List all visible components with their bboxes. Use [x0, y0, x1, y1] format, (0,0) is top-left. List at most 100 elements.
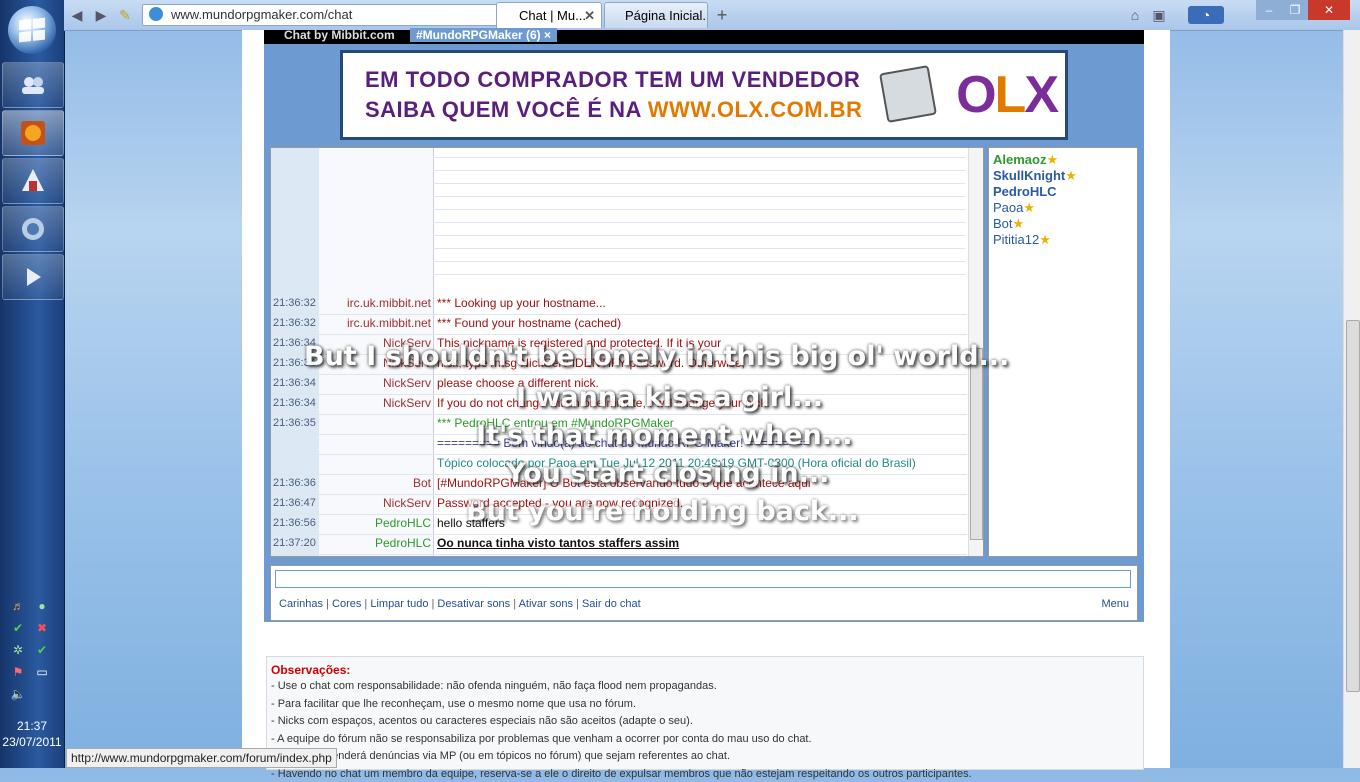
ad-line-1: EM TODO COMPRADOR TEM UM VENDEDOR [365, 67, 860, 93]
firefox-menu-icon[interactable]: ◔ [1188, 6, 1224, 24]
message-nick[interactable]: PedroHLC [321, 514, 431, 532]
olx-logo: OLX [956, 65, 1057, 125]
tab-close-icon[interactable]: ✕ [584, 3, 595, 28]
security-icon[interactable]: ✔ [34, 642, 50, 658]
app-flame-icon [19, 119, 47, 147]
message-nick[interactable]: PedroHLC [321, 534, 431, 552]
tab-chat[interactable]: Chat | Mu... ✕ [496, 2, 602, 28]
chat-toolbar-link[interactable]: Ativar sons [519, 598, 573, 610]
observacao-item: - A equipe atenderá denúncias via MP (ou… [271, 749, 1143, 765]
mibbit-logo[interactable]: Chat by Mibbit.com [284, 28, 395, 42]
observacoes-title: Observações: [271, 663, 1143, 677]
empty-line [433, 157, 965, 158]
link-separator: | [573, 598, 582, 610]
chat-toolbar-link[interactable]: Limpar tudo [370, 598, 428, 610]
clock[interactable]: 21:37 23/07/2011 [0, 718, 64, 750]
chat-toolbar-link[interactable]: Cores [332, 598, 361, 610]
message-nick[interactable]: irc.uk.mibbit.net [321, 294, 431, 312]
user-name: SkullKnight [993, 168, 1065, 183]
lyric-caption-4: You start closing in... [506, 458, 829, 489]
olx-letter-o: O [956, 66, 994, 124]
observacao-item: - Nicks com espaços, acentos ou caracter… [271, 714, 1143, 730]
volume-icon[interactable]: 🔈 [10, 686, 26, 702]
start-button[interactable] [8, 6, 56, 54]
system-tray: ♬ ● ✔ ✖ ✲ ✔ ⚑ ▭ 🔈 [10, 598, 56, 702]
new-tab-button[interactable]: + [709, 4, 735, 26]
room-tab-close-icon[interactable]: × [544, 28, 551, 42]
castle-icon [18, 167, 48, 195]
shield-check-icon[interactable]: ✔ [10, 620, 26, 636]
tab-pagina-inicial-label: Página Inicial... [611, 8, 708, 23]
olx-letter-l: L [995, 66, 1025, 124]
taskbar-media-button[interactable] [2, 254, 64, 300]
user-list-item[interactable]: Bot★ [989, 216, 1137, 232]
back-icon[interactable]: ◀ [68, 6, 86, 24]
olx-letter-x: X [1024, 66, 1057, 124]
page-scrollbar[interactable] [1343, 30, 1360, 768]
page-scrollbar-thumb[interactable] [1346, 320, 1360, 692]
close-window-button[interactable]: ✕ [1308, 0, 1350, 20]
room-tab-label: #MundoRPGMaker (6) [416, 28, 541, 42]
star-icon: ★ [1046, 152, 1058, 167]
chat-input-area: Carinhas | Cores | Limpar tudo | Desativ… [270, 565, 1138, 621]
message-text: *** Looking up your hostname... [437, 294, 967, 312]
taskbar-firefox-button[interactable] [2, 206, 64, 252]
music-icon[interactable]: ♬ [10, 598, 26, 614]
chat-toolbar-link[interactable]: Carinhas [279, 598, 323, 610]
message-time: 21:37:20 [273, 534, 319, 552]
message-nick[interactable]: NickServ [321, 494, 431, 512]
message-nick[interactable]: NickServ [321, 394, 431, 412]
link-separator: | [361, 598, 370, 610]
chat-scrollbar-thumb[interactable] [970, 348, 983, 540]
room-tab[interactable]: #MundoRPGMaker (6) × [410, 28, 557, 42]
message-time: 21:36:47 [273, 494, 319, 512]
user-name: Pititia12 [993, 232, 1039, 247]
network-user-icon[interactable]: ● [34, 598, 50, 614]
computer-mascot-icon [879, 65, 937, 123]
user-list: Alemaoz★SkullKnight★PedroHLCPaoa★Bot★Pit… [988, 147, 1138, 557]
flag-icon[interactable]: ⚑ [10, 664, 26, 680]
chat-toolbar-link[interactable]: Sair do chat [582, 598, 641, 610]
chat-message-input[interactable] [275, 570, 1131, 588]
observacoes-box: Observações: - Use o chat com responsabi… [266, 656, 1144, 770]
maximize-button[interactable]: ❐ [1282, 0, 1308, 20]
message-text: Oo nunca tinha visto tantos staffers ass… [437, 534, 967, 552]
message-nick[interactable]: NickServ [321, 374, 431, 392]
olx-banner-ad[interactable]: EM TODO COMPRADOR TEM UM VENDEDOR SAIBA … [340, 50, 1068, 140]
chat-toolbar-link[interactable]: Desativar sons [437, 598, 510, 610]
user-list-item[interactable]: PedroHLC [989, 184, 1137, 200]
star-icon: ★ [1065, 168, 1077, 183]
lyric-caption-2: I wanna kiss a girl... [516, 382, 823, 413]
empty-line [433, 209, 965, 210]
user-list-item[interactable]: Pititia12★ [989, 232, 1137, 248]
user-name: Alemaoz [993, 152, 1046, 167]
display-icon[interactable]: ▭ [34, 664, 50, 680]
taskbar-contacts-button[interactable] [2, 62, 64, 108]
tab-pagina-inicial[interactable]: Página Inicial... [604, 2, 708, 28]
network-icon[interactable]: ✲ [10, 642, 26, 658]
star-icon: ★ [1023, 200, 1035, 215]
user-list-item[interactable]: SkullKnight★ [989, 168, 1137, 184]
home-icon[interactable]: ⌂ [1126, 6, 1144, 24]
observacao-item: - Havendo no chat um membro da equipe, r… [271, 767, 1143, 782]
mibbit-widget: Chat by Mibbit.com #MundoRPGMaker (6) × … [264, 30, 1144, 622]
message-nick[interactable]: irc.uk.mibbit.net [321, 314, 431, 332]
play-icon [21, 265, 45, 289]
browser-toolbar: ◀ ▶ ✎ www.mundorpgmaker.com/chat ▼ Chat … [64, 0, 1360, 31]
message-nick[interactable]: Bot [321, 474, 431, 492]
user-list-item[interactable]: Paoa★ [989, 200, 1137, 216]
blocked-icon[interactable]: ✖ [34, 620, 50, 636]
forward-icon[interactable]: ▶ [92, 6, 110, 24]
user-list-item[interactable]: Alemaoz★ [989, 152, 1137, 168]
menu-link[interactable]: Menu [1101, 598, 1129, 610]
lyric-caption-5: But you're holding back... [466, 496, 859, 527]
taskbar-app-button[interactable] [2, 110, 64, 156]
taskbar-castle-button[interactable] [2, 158, 64, 204]
link-separator: | [323, 598, 332, 610]
bookmark-icon[interactable]: ✎ [116, 6, 134, 24]
bookmarks-icon[interactable]: ▣ [1150, 6, 1168, 24]
minimize-button[interactable]: – [1256, 0, 1282, 20]
empty-line [433, 196, 965, 197]
link-separator: | [510, 598, 518, 610]
message-time: 21:36:34 [273, 394, 319, 412]
